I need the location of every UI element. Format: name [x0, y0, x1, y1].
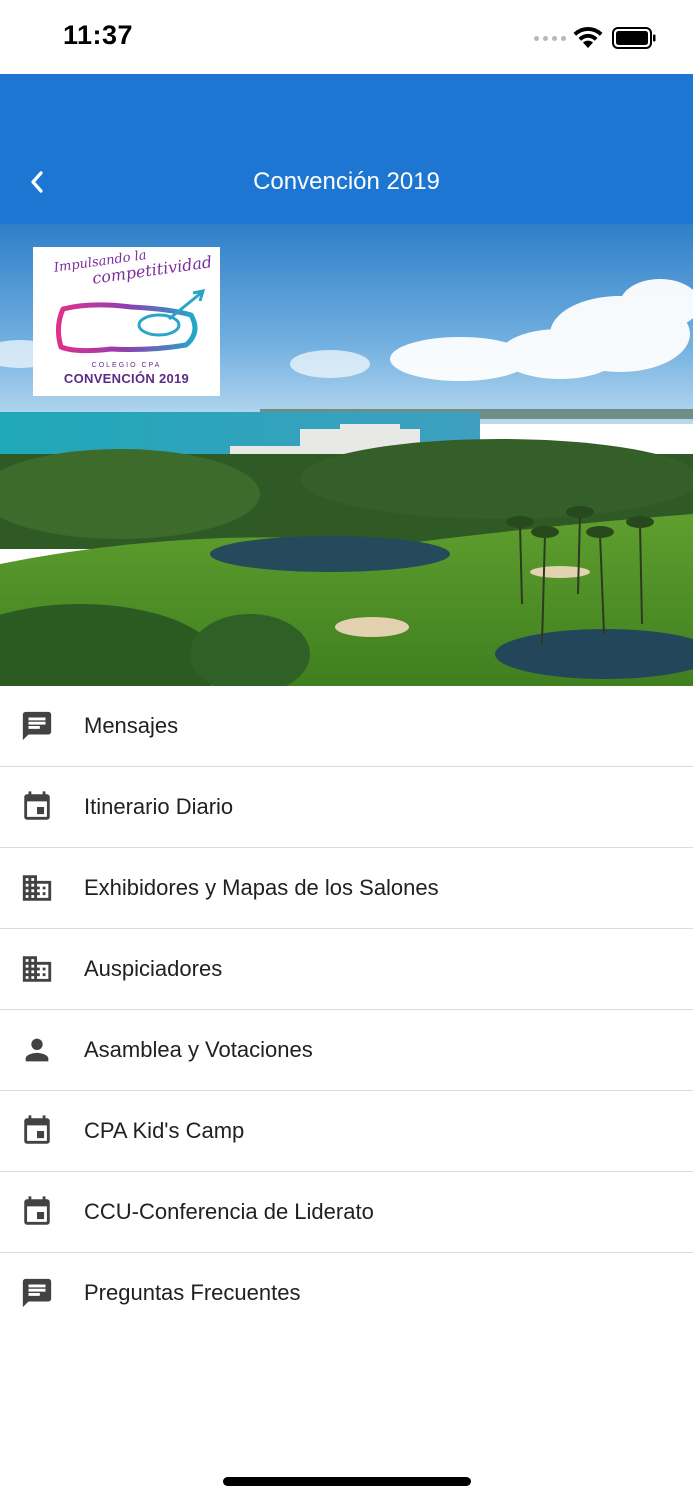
menu-item-itinerario[interactable]: Itinerario Diario — [0, 767, 693, 848]
menu-item-label: Asamblea y Votaciones — [84, 1037, 313, 1062]
logo-org: COLEGIO CPA — [91, 362, 162, 369]
menu-item-asamblea[interactable]: Asamblea y Votaciones — [0, 1010, 693, 1091]
menu-item-label: Mensajes — [84, 713, 179, 738]
menu-item-label: Preguntas Frecuentes — [84, 1280, 301, 1305]
wifi-icon — [572, 24, 604, 50]
menu-list: Mensajes Itinerario Diario Exhibidores y… — [0, 686, 693, 1333]
status-time: 11:37 — [63, 20, 134, 50]
menu-item-exhibidores[interactable]: Exhibidores y Mapas de los Salones — [0, 848, 693, 929]
menu-item-label: Itinerario Diario — [84, 794, 234, 819]
logo-event: CONVENCIÓN 2019 — [63, 371, 190, 386]
status-bar: 11:37 — [0, 0, 693, 74]
home-indicator[interactable] — [223, 1477, 471, 1486]
calendar-icon — [24, 791, 50, 820]
building-icon — [22, 875, 52, 901]
menu-item-label: CPA Kid's Camp — [84, 1118, 245, 1143]
menu-item-label: Exhibidores y Mapas de los Salones — [84, 875, 439, 900]
person-icon — [25, 1038, 49, 1062]
message-icon — [22, 1278, 52, 1308]
logo-island-graphic — [55, 289, 206, 354]
signal-icon — [534, 36, 566, 44]
menu-item-label: Auspiciadores — [84, 956, 223, 981]
convention-logo: Impulsando la competitividad COLEGIO CPA… — [33, 247, 220, 396]
app-bar — [0, 74, 693, 224]
message-icon — [22, 711, 52, 741]
menu-item-kids-camp[interactable]: CPA Kid's Camp — [0, 1091, 693, 1172]
calendar-icon — [24, 1196, 50, 1225]
battery-icon — [612, 27, 656, 49]
page-title: Convención 2019 — [253, 168, 440, 195]
menu-item-label: CCU-Conferencia de Liderato — [84, 1199, 374, 1224]
menu-item-ccu[interactable]: CCU-Conferencia de Liderato — [0, 1172, 693, 1253]
menu-item-mensajes[interactable]: Mensajes — [0, 686, 693, 767]
menu-item-auspiciadores[interactable]: Auspiciadores — [0, 929, 693, 1010]
calendar-icon — [24, 1115, 50, 1144]
menu-item-preguntas[interactable]: Preguntas Frecuentes — [0, 1253, 693, 1333]
building-icon — [22, 956, 52, 982]
